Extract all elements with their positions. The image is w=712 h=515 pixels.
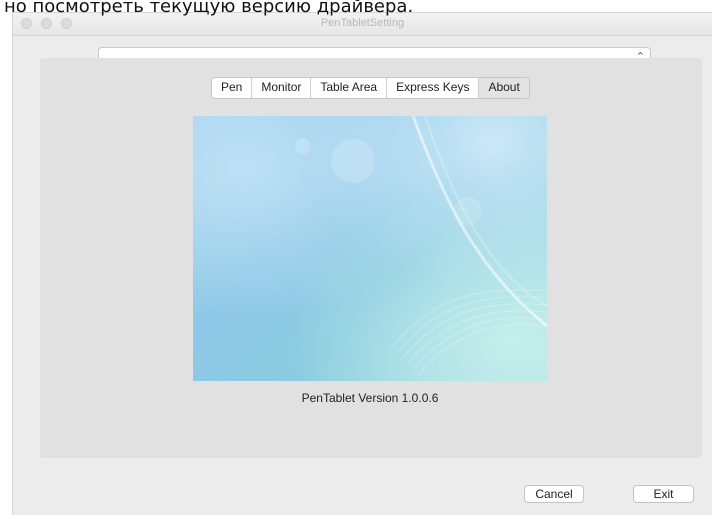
tab-pen[interactable]: Pen <box>212 78 253 98</box>
banner-swirl-graphic <box>295 116 547 377</box>
settings-window: PenTabletSetting ⌃ Pen Monitor Table Are… <box>12 12 712 515</box>
tab-table-area[interactable]: Table Area <box>311 78 388 98</box>
overlay-caption: но посмотреть текущую версию драйвера. <box>4 0 414 17</box>
version-label: PenTablet Version 1.0.0.6 <box>301 391 439 405</box>
tab-bar: Pen Monitor Table Area Express Keys Abou… <box>211 77 530 99</box>
tab-about[interactable]: About <box>479 78 529 98</box>
about-banner-image <box>193 116 547 381</box>
tab-monitor[interactable]: Monitor <box>252 78 312 98</box>
tab-express-keys[interactable]: Express Keys <box>387 78 480 98</box>
cancel-button[interactable]: Cancel <box>524 485 584 503</box>
exit-button[interactable]: Exit <box>633 485 694 503</box>
